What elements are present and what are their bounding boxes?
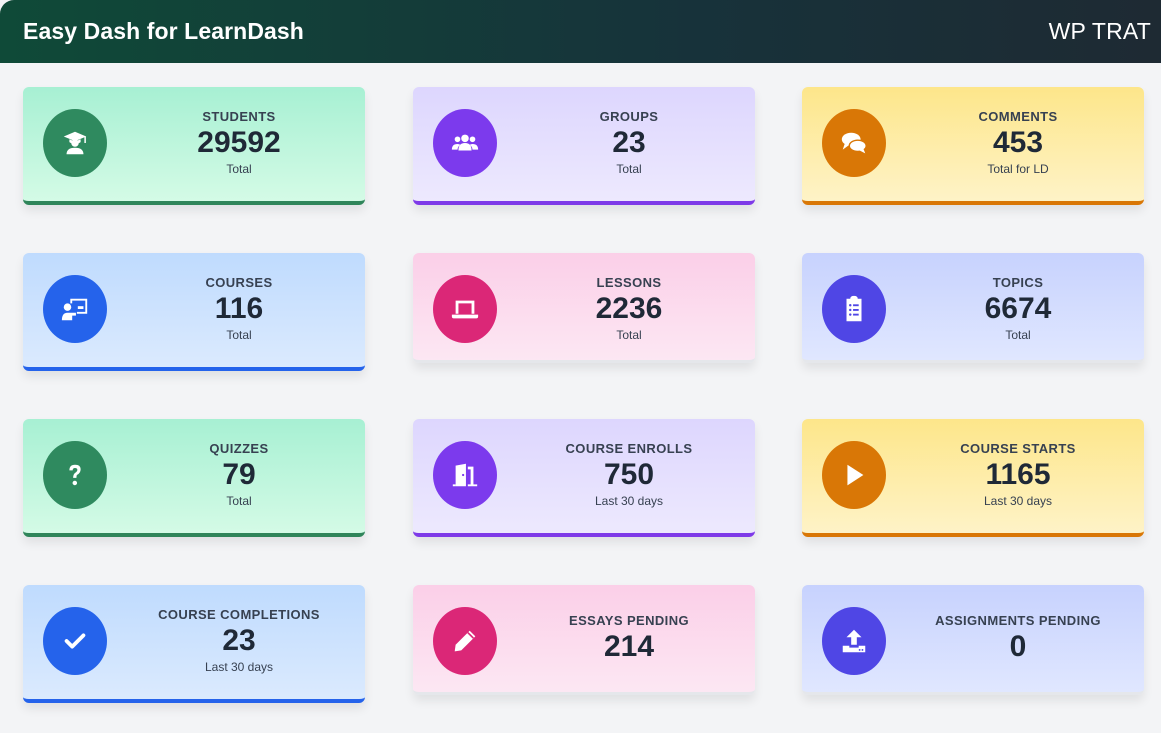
stat-label: COURSE COMPLETIONS [158,607,320,622]
teacher-board-icon [43,275,107,343]
stat-subtext: Total [1005,328,1031,342]
stat-label: COURSE ENROLLS [565,441,693,456]
stat-subtext: Last 30 days [983,494,1053,508]
stat-card-essays-pending: ESSAYS PENDING 214 [413,585,755,695]
upload-icon [822,607,886,675]
stat-value: 214 [603,630,655,663]
stat-card-lessons: LESSONS 2236 Total [413,253,755,363]
stat-card-courses: COURSES 116 Total [23,253,365,371]
question-icon [43,441,107,509]
stat-label: GROUPS [599,109,659,124]
stat-value: 0 [1009,630,1027,663]
stat-text: QUIZZES 79 Total [113,441,365,508]
stat-value: 6674 [984,292,1052,325]
stat-subtext: Total for LD [987,162,1049,176]
stat-label: COURSE STARTS [960,441,1076,456]
stat-value: 79 [222,458,256,491]
stat-label: COMMENTS [978,109,1058,124]
stat-value: 1165 [985,458,1051,491]
stat-label: LESSONS [596,275,662,290]
stat-text: TOPICS 6674 Total [892,275,1144,342]
stat-text: STUDENTS 29592 Total [113,109,365,176]
stat-label: ESSAYS PENDING [569,613,689,628]
stat-card-course-completions: COURSE COMPLETIONS 23 Last 30 days [23,585,365,703]
stat-subtext: Last 30 days [204,660,274,674]
stat-label: ASSIGNMENTS PENDING [935,613,1101,628]
stat-label: TOPICS [992,275,1044,290]
stat-value: 750 [603,458,655,491]
stat-subtext: Total [616,328,642,342]
stat-card-assignments-pending: ASSIGNMENTS PENDING 0 [802,585,1144,695]
stat-label: COURSES [205,275,273,290]
stat-subtext: Total [226,162,252,176]
check-icon [43,607,107,675]
stat-label: STUDENTS [202,109,276,124]
stat-subtext: Total [226,494,252,508]
stat-card-students: STUDENTS 29592 Total [23,87,365,205]
stat-text: COURSE COMPLETIONS 23 Last 30 days [113,607,365,674]
stat-card-groups: GROUPS 23 Total [413,87,755,205]
stat-subtext: Total [616,162,642,176]
stat-card-quizzes: QUIZZES 79 Total [23,419,365,537]
stat-value: 2236 [595,292,663,325]
stat-text: COMMENTS 453 Total for LD [892,109,1144,176]
play-icon [822,441,886,509]
stat-text: GROUPS 23 Total [503,109,755,176]
stat-value: 23 [612,126,646,159]
stat-card-course-enrolls: COURSE ENROLLS 750 Last 30 days [413,419,755,537]
stat-value: 29592 [197,126,281,159]
stats-grid: STUDENTS 29592 Total GROUPS 23 Total COM… [0,0,1161,733]
stat-card-topics: TOPICS 6674 Total [802,253,1144,363]
stat-subtext: Last 30 days [594,494,664,508]
stat-text: COURSE ENROLLS 750 Last 30 days [503,441,755,508]
pencil-icon [433,607,497,675]
stat-text: ESSAYS PENDING 214 [503,613,755,663]
laptop-icon [433,275,497,343]
stat-text: ASSIGNMENTS PENDING 0 [892,613,1144,663]
stat-subtext: Total [226,328,252,342]
stat-text: COURSE STARTS 1165 Last 30 days [892,441,1144,508]
stat-label: QUIZZES [209,441,269,456]
clipboard-list-icon [822,275,886,343]
door-enter-icon [433,441,497,509]
stat-text: COURSES 116 Total [113,275,365,342]
stat-card-comments: COMMENTS 453 Total for LD [802,87,1144,205]
comments-icon [822,109,886,177]
users-group-icon [433,109,497,177]
stat-text: LESSONS 2236 Total [503,275,755,342]
stat-value: 453 [992,126,1044,159]
stat-card-course-starts: COURSE STARTS 1165 Last 30 days [802,419,1144,537]
stat-value: 23 [222,624,256,657]
graduate-icon [43,109,107,177]
stat-value: 116 [214,292,264,325]
